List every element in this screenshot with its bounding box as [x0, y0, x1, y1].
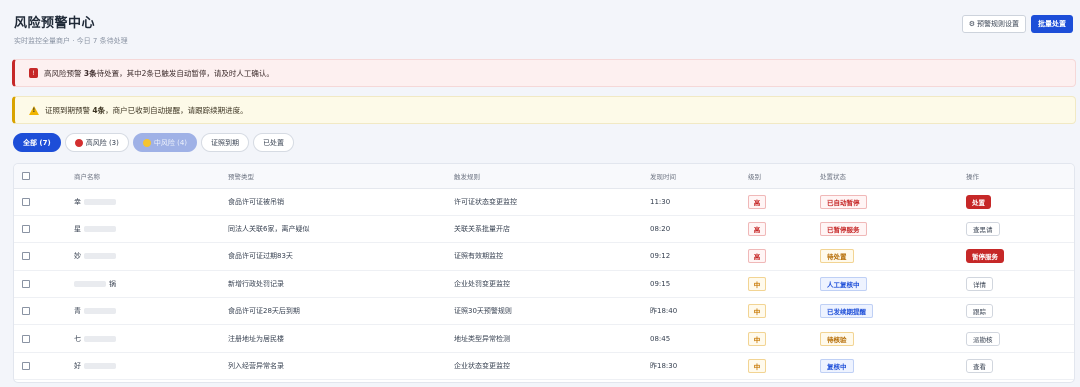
merchant-name: 好 [74, 352, 228, 379]
red-dot-icon [74, 138, 83, 147]
col-level: 级别 [748, 164, 820, 189]
status-badge: 待处置 [820, 249, 854, 264]
license-expiry-banner: 证照到期预警 4条，商户已收到自动提醒，请跟踪续期进度。 [12, 96, 1076, 124]
trigger-rule: 关联关系批量开店 [454, 225, 510, 234]
level-badge: 高 [748, 194, 766, 209]
filter-medium-risk[interactable]: 中风险 (4) [132, 133, 197, 152]
found-time: 昨18:40 [650, 307, 678, 316]
page-header: 风险预警中心 实时监控全量商户 · 今日 7 条待处理 [14, 12, 128, 46]
merchant-name: 锅 [74, 270, 228, 297]
row-checkbox[interactable] [22, 197, 30, 206]
license-expiry-banner-text: 证照到期预警 4条，商户已收到自动提醒，请跟踪续期进度。 [45, 105, 248, 115]
rule-settings-button[interactable]: ⚙ 预警规则设置 [961, 15, 1026, 33]
select-all-checkbox[interactable] [22, 171, 30, 180]
alert-type: 食品许可证被吊销 [228, 197, 284, 206]
merchant-name: 青 [74, 298, 228, 325]
view-button[interactable]: 查看 [966, 359, 993, 374]
trigger-rule: 企业状态变更监控 [454, 362, 510, 371]
merchant-name: 幸 [74, 188, 228, 215]
table-row[interactable]: 星 同法人关联6家，离产疑似 关联关系批量开店 08:20 高 已暂停服务 查黑… [14, 215, 1074, 243]
row-checkbox[interactable] [22, 334, 30, 343]
batch-handle-button[interactable]: 批量处置 [1031, 15, 1073, 33]
gear-icon: ⚙ [968, 21, 975, 28]
filter-tabs: 全部 (7) 高风险 (3) 中风险 (4) 证照到期 已处置 [13, 133, 294, 152]
yellow-dot-icon [142, 138, 151, 147]
page-subtitle: 实时监控全量商户 · 今日 7 条待处理 [14, 37, 128, 45]
filter-high-risk[interactable]: 高风险 (3) [64, 133, 129, 152]
handle-button[interactable]: 处置 [966, 194, 991, 209]
row-checkbox[interactable] [22, 307, 30, 316]
merchant-name: 星 [74, 215, 228, 242]
found-time: 08:20 [650, 225, 671, 234]
alert-icon: ! [29, 68, 38, 78]
suspend-service-button[interactable]: 暂停服务 [966, 249, 1004, 264]
table-row[interactable]: 锅 新增行政处罚记录 企业处罚变更监控 09:15 中 人工复核中 详情 [14, 270, 1074, 298]
found-time: 11:30 [650, 197, 671, 206]
trigger-rule: 证照有效期监控 [454, 252, 503, 261]
filter-license-expiry[interactable]: 证照到期 [201, 133, 249, 152]
header-actions: ⚙ 预警规则设置 批量处置 [961, 15, 1073, 33]
level-badge: 高 [748, 249, 766, 264]
merchant-name: 七 [74, 325, 228, 352]
alert-type: 食品许可证28天后到期 [228, 307, 300, 316]
status-badge: 已暂停服务 [820, 222, 867, 237]
level-badge: 高 [748, 222, 766, 237]
rule-settings-label: 预警规则设置 [977, 21, 1019, 28]
level-badge: 中 [748, 359, 766, 374]
col-rule: 触发规则 [454, 164, 650, 189]
row-checkbox[interactable] [22, 279, 30, 288]
filter-handled[interactable]: 已处置 [253, 133, 294, 152]
table-row[interactable]: 青 食品许可证28天后到期 证照30天预警规则 昨18:40 中 已发续期提醒 … [14, 298, 1074, 325]
track-button[interactable]: 跟踪 [966, 304, 993, 319]
page-title: 风险预警中心 [14, 16, 96, 31]
trigger-rule: 许可证状态变更监控 [454, 197, 517, 206]
found-time: 09:15 [650, 279, 671, 288]
merchant-name: 妙 [74, 243, 228, 270]
row-checkbox[interactable] [22, 225, 30, 234]
status-badge: 人工复核中 [820, 276, 867, 291]
col-status: 处置状态 [820, 164, 966, 189]
alert-type: 同法人关联6家，离产疑似 [228, 225, 310, 234]
filter-all[interactable]: 全部 (7) [13, 133, 61, 152]
col-time: 发现时间 [650, 164, 748, 189]
alert-type: 新增行政处罚记录 [228, 279, 284, 288]
details-button[interactable]: 详情 [966, 276, 993, 291]
trigger-rule: 证照30天预警规则 [454, 307, 512, 316]
col-type: 预警类型 [228, 164, 454, 189]
status-badge: 已发续期提醒 [820, 304, 873, 319]
row-checkbox[interactable] [22, 252, 30, 261]
status-badge: 复核中 [820, 359, 854, 374]
table-row[interactable]: 幸 食品许可证被吊销 许可证状态变更监控 11:30 高 已自动暂停 处置 [14, 188, 1074, 216]
alert-type: 列入经营异常名录 [228, 362, 284, 371]
col-merchant: 商户名称 [74, 164, 228, 189]
table-row[interactable]: 七 注册地址为居民楼 地址类型异常检测 08:45 中 待核验 派勘核 [14, 325, 1074, 353]
status-badge: 待核验 [820, 331, 854, 346]
trigger-rule: 企业处罚变更监控 [454, 279, 510, 288]
level-badge: 中 [748, 276, 766, 291]
high-risk-banner: ! 高风险预警 3条待处置，其中2条已触发自动暂停，请及时人工确认。 [12, 59, 1076, 87]
found-time: 昨18:30 [650, 362, 678, 371]
warning-icon [29, 105, 39, 115]
level-badge: 中 [748, 331, 766, 346]
status-badge: 已自动暂停 [820, 194, 867, 209]
found-time: 09:12 [650, 252, 671, 261]
alert-table: 商户名称 预警类型 触发规则 发现时间 级别 处置状态 操作 幸 食品许可证被吊… [13, 163, 1075, 383]
row-checkbox[interactable] [22, 362, 30, 371]
table-row[interactable]: 好 列入经营异常名录 企业状态变更监控 昨18:30 中 复核中 查看 [14, 352, 1074, 380]
high-risk-banner-text: 高风险预警 3条待处置，其中2条已触发自动暂停，请及时人工确认。 [44, 68, 274, 78]
dispatch-check-button[interactable]: 派勘核 [966, 331, 1000, 346]
row-action-button[interactable]: 查黑请 [966, 222, 1000, 237]
col-action: 操作 [966, 164, 1074, 189]
alert-type: 注册地址为居民楼 [228, 334, 284, 343]
table-header-row: 商户名称 预警类型 触发规则 发现时间 级别 处置状态 操作 [14, 164, 1074, 189]
level-badge: 中 [748, 304, 766, 319]
alert-type: 食品许可证过期83天 [228, 252, 293, 261]
trigger-rule: 地址类型异常检测 [454, 334, 510, 343]
found-time: 08:45 [650, 334, 671, 343]
table-row[interactable]: 妙 食品许可证过期83天 证照有效期监控 09:12 高 待处置 暂停服务 [14, 243, 1074, 271]
